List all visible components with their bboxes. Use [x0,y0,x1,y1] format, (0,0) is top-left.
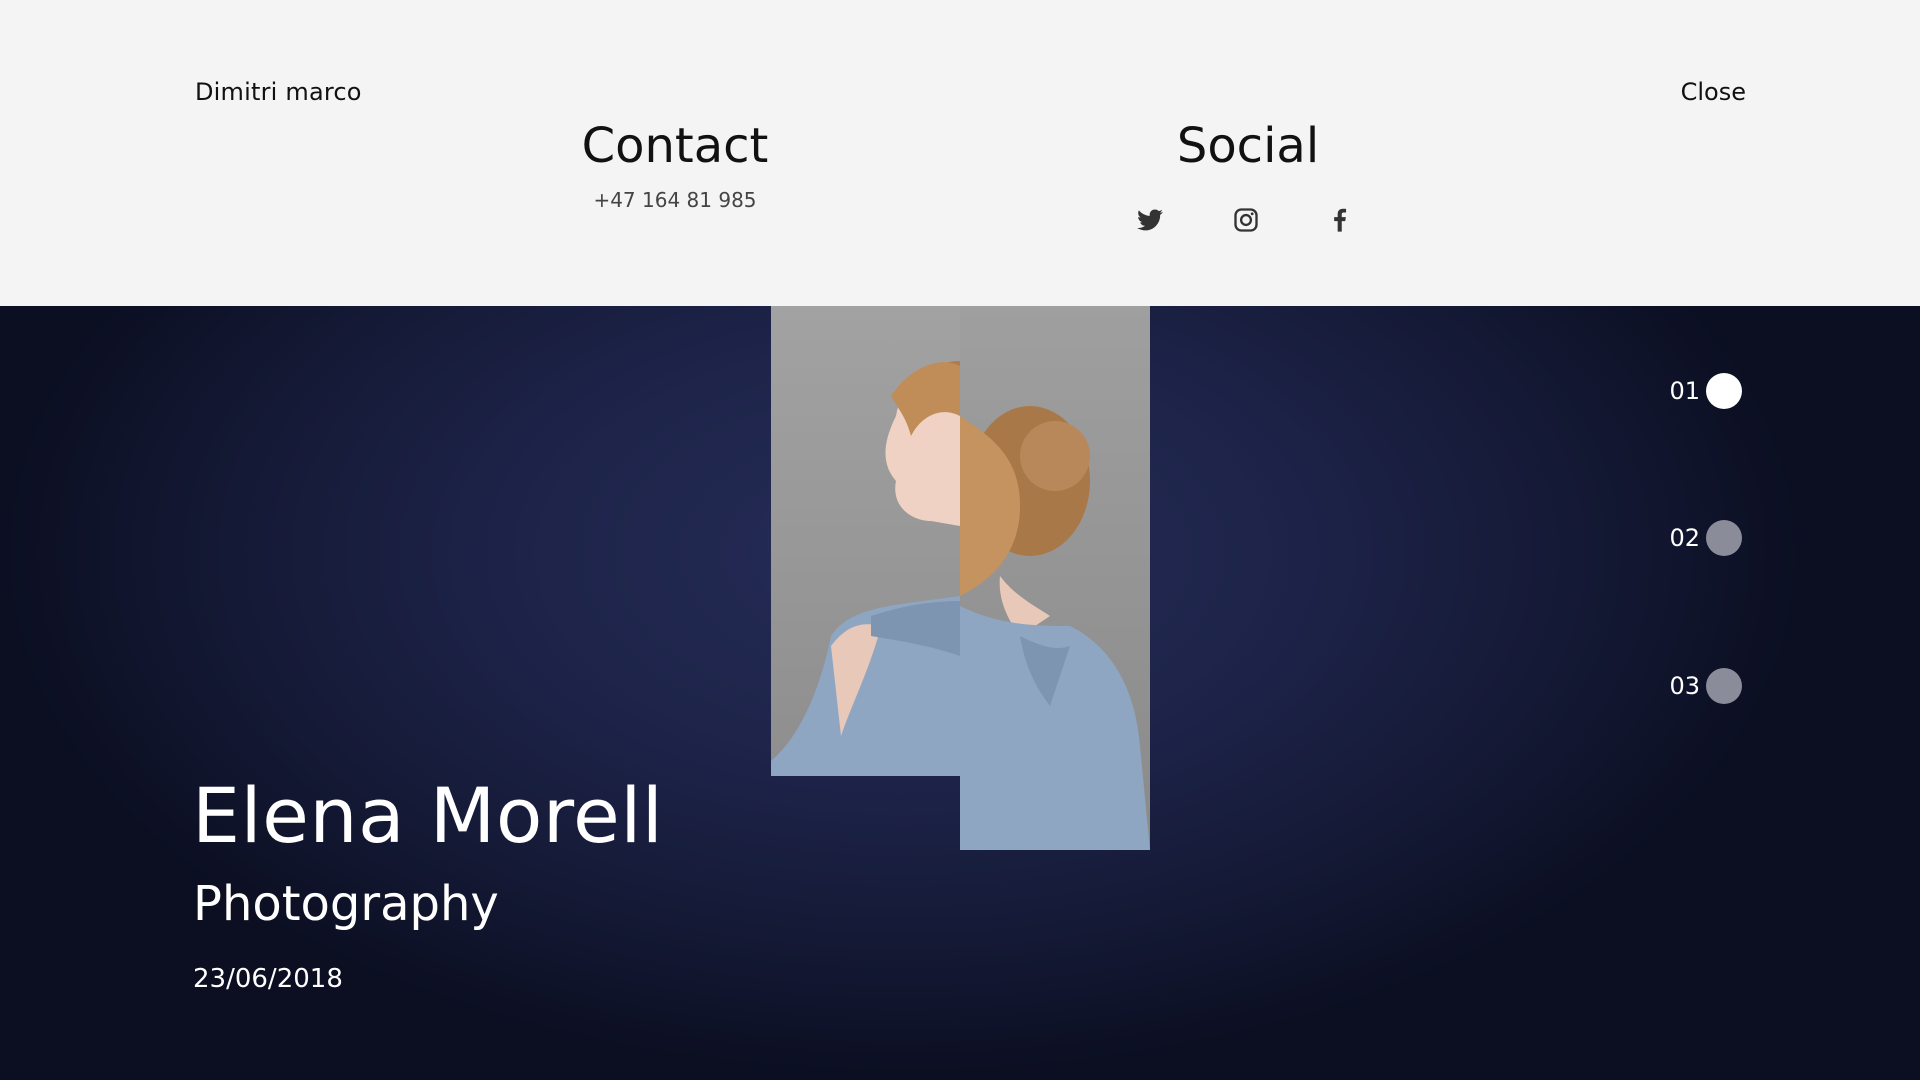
portrait-image-left [771,306,960,776]
contact-heading: Contact [581,118,769,174]
hero-title: Elena Morell [192,771,664,860]
twitter-icon[interactable] [1136,206,1164,234]
menu-panel: Dimitri marco Close Contact +47 164 81 9… [0,0,1920,306]
social-section: Social [1128,118,1368,174]
close-button[interactable]: Close [1681,78,1746,106]
brand-name[interactable]: Dimitri marco [195,78,362,106]
contact-section: Contact +47 164 81 985 [575,118,775,212]
pager-dot[interactable] [1706,668,1742,704]
social-icons [1136,206,1356,236]
pager-item-01[interactable]: 01 [1669,373,1742,409]
portrait-image-right [960,306,1150,850]
social-heading: Social [1176,118,1320,174]
pager-dot-active[interactable] [1706,373,1742,409]
pager-item-02[interactable]: 02 [1669,520,1742,556]
instagram-icon[interactable] [1232,206,1260,234]
pager-label: 03 [1669,672,1700,700]
pager-item-03[interactable]: 03 [1669,668,1742,704]
facebook-icon[interactable] [1326,206,1354,234]
pager-label: 01 [1669,377,1700,405]
hero-date: 23/06/2018 [193,964,343,994]
pager-dot[interactable] [1706,520,1742,556]
pager-label: 02 [1669,524,1700,552]
phone-number[interactable]: +47 164 81 985 [575,188,775,212]
hero-subtitle: Photography [193,876,499,932]
